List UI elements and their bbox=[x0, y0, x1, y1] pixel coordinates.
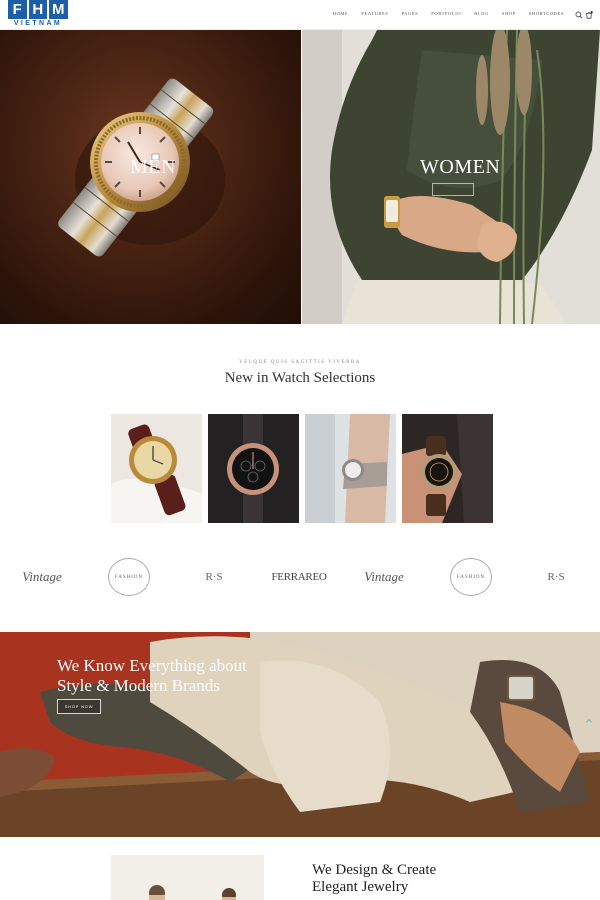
product-card[interactable] bbox=[208, 414, 299, 523]
collection-subtitle: VELQUE QUIS SAGITTIS VIVERRA bbox=[239, 360, 361, 365]
product-image bbox=[402, 414, 493, 523]
nav-item-shortcodes[interactable]: SHORTCODES bbox=[529, 11, 564, 16]
jewelry-photo bbox=[111, 855, 264, 900]
brand-name: Vintage bbox=[22, 569, 62, 584]
site-logo[interactable]: F H M VIETNAM bbox=[8, 0, 68, 29]
brand-name: FASHION bbox=[456, 574, 486, 580]
shop-now-button[interactable]: SHOP NOW bbox=[57, 699, 101, 714]
product-grid bbox=[111, 414, 493, 523]
hero-men-panel[interactable]: MEN bbox=[0, 30, 301, 324]
nav-item-portfolio[interactable]: PORTFOLIO bbox=[431, 11, 461, 16]
product-card[interactable] bbox=[402, 414, 493, 523]
banner-title: We Know Everything about Style & Modern … bbox=[57, 656, 247, 696]
logo-letters: F H M bbox=[8, 0, 68, 19]
cart-icon[interactable] bbox=[585, 11, 593, 19]
nav-item-home[interactable]: HOME bbox=[333, 11, 349, 16]
brand-logo-rs[interactable]: R·S bbox=[534, 556, 578, 598]
design-title: We Design & Create Elegant Jewelry bbox=[312, 862, 436, 896]
brand-logo-vintage[interactable]: Vintage bbox=[18, 556, 66, 598]
fashion-badge: FASHION bbox=[108, 558, 150, 596]
brand-logo-ferrareo[interactable]: FERRAREO bbox=[268, 556, 330, 598]
hero-women-panel[interactable]: WOMEN bbox=[302, 30, 600, 324]
collection-title: New in Watch Selections bbox=[224, 370, 376, 386]
brand-logo-rs[interactable]: R·S bbox=[192, 556, 236, 598]
product-card[interactable] bbox=[305, 414, 396, 523]
nav-item-blog[interactable]: BLOG bbox=[474, 11, 489, 16]
hero-women-title[interactable]: WOMEN bbox=[420, 156, 500, 179]
logo-letter: M bbox=[49, 0, 68, 19]
hero-men-title[interactable]: MEN bbox=[130, 156, 176, 179]
product-image bbox=[111, 414, 202, 523]
brand-logo-fashion[interactable]: FASHION bbox=[448, 556, 494, 598]
logo-letter: F bbox=[8, 0, 27, 19]
design-title-line: We Design & Create bbox=[312, 862, 437, 878]
logo-subtitle: VIETNAM bbox=[13, 20, 63, 27]
brand-name: Vintage bbox=[364, 569, 404, 584]
banner-title-line: We Know Everything about bbox=[57, 656, 247, 675]
site-header: F H M VIETNAM HOME FEATURES PAGES PORTFO… bbox=[0, 0, 600, 30]
main-nav: HOME FEATURES PAGES PORTFOLIO BLOG SHOP … bbox=[333, 11, 564, 16]
nav-item-pages[interactable]: PAGES bbox=[401, 11, 418, 16]
jewelry-image bbox=[111, 855, 264, 900]
nav-item-features[interactable]: FEATURES bbox=[361, 11, 388, 16]
brand-name: R·S bbox=[547, 571, 565, 583]
chevron-up-icon[interactable] bbox=[584, 716, 594, 726]
design-title-line: Elegant Jewelry bbox=[312, 879, 409, 895]
product-image bbox=[208, 414, 299, 523]
logo-letter: H bbox=[28, 0, 47, 19]
brand-name: FASHION bbox=[114, 574, 144, 580]
brand-name: FERRAREO bbox=[271, 571, 327, 583]
banner-title-line: Style & Modern Brands bbox=[57, 676, 220, 695]
product-image bbox=[305, 414, 396, 523]
nav-item-shop[interactable]: SHOP bbox=[502, 11, 516, 16]
hero-women-button[interactable] bbox=[432, 183, 474, 196]
brand-logo-fashion[interactable]: FASHION bbox=[106, 556, 152, 598]
search-icon[interactable] bbox=[575, 11, 583, 19]
brand-strip: Vintage FASHION R·S FERRAREO Vintage FAS… bbox=[0, 556, 600, 598]
brand-logo-vintage[interactable]: Vintage bbox=[360, 556, 408, 598]
fashion-badge: FASHION bbox=[450, 558, 492, 596]
product-card[interactable] bbox=[111, 414, 202, 523]
brand-name: R·S bbox=[205, 571, 223, 583]
